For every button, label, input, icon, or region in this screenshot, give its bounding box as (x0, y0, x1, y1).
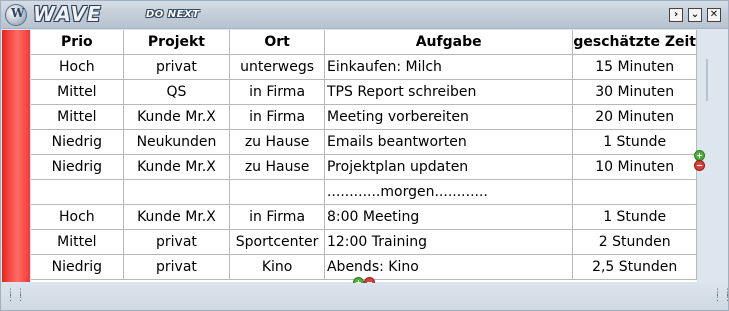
cell-aufgabe[interactable]: Projektplan updaten (323, 154, 574, 180)
cell-aufgabe[interactable]: ............morgen............ (323, 179, 574, 205)
wave-gadget-window: W WAVE DO NEXT › ⌄ ✕ Prio Projekt Ort Au… (0, 0, 729, 311)
table-row: Niedrig Kunde Mr.X zu Hause Projektplan … (31, 154, 697, 180)
cell-projekt[interactable]: privat (122, 254, 231, 280)
column-header-projekt[interactable]: Projekt (122, 30, 231, 55)
cell-prio[interactable] (31, 179, 124, 205)
table-row: Hoch Kunde Mr.X in Firma 8:00 Meeting 1 … (31, 204, 697, 230)
task-table: Prio Projekt Ort Aufgabe geschätzte Zeit… (31, 30, 697, 280)
title-bar[interactable]: W WAVE DO NEXT › ⌄ ✕ (1, 1, 728, 29)
cell-zeit[interactable]: 20 Minuten (572, 104, 697, 130)
cell-prio[interactable]: Hoch (31, 204, 124, 230)
close-button[interactable]: ✕ (707, 8, 721, 22)
cell-ort[interactable] (229, 179, 325, 205)
cell-projekt[interactable]: privat (122, 54, 231, 80)
cell-zeit[interactable] (572, 179, 697, 205)
cell-ort[interactable]: zu Hause (229, 129, 325, 155)
menu-button[interactable]: › (669, 8, 683, 22)
cell-projekt[interactable]: Kunde Mr.X (122, 204, 231, 230)
cell-prio[interactable]: Niedrig (31, 154, 124, 180)
column-header-zeit[interactable]: geschätzte Zeit (572, 30, 697, 55)
wave-logo-icon: W (5, 4, 27, 26)
cell-projekt[interactable]: Kunde Mr.X (122, 154, 231, 180)
table-row: Hoch privat unterwegs Einkaufen: Milch 1… (31, 54, 697, 80)
column-header-aufgabe[interactable]: Aufgabe (323, 30, 574, 55)
table-row: Mittel privat Sportcenter 12:00 Training… (31, 229, 697, 255)
gadget-subtitle: DO NEXT (146, 9, 200, 20)
cell-prio[interactable]: Niedrig (31, 254, 124, 280)
cell-zeit[interactable]: 2,5 Stunden (572, 254, 697, 280)
resize-grip-right-icon[interactable]: ⋮⋮ ⋮⋮ (713, 289, 729, 303)
cell-zeit[interactable]: 2 Stunden (572, 229, 697, 255)
cell-ort[interactable]: in Firma (229, 104, 325, 130)
cell-aufgabe[interactable]: Emails beantworten (323, 129, 574, 155)
remove-column-minus-icon[interactable]: − (694, 160, 705, 171)
cell-prio[interactable]: Mittel (31, 79, 124, 105)
cell-zeit[interactable]: 1 Stunde (572, 129, 697, 155)
cell-prio[interactable]: Niedrig (31, 129, 124, 155)
cell-prio[interactable]: Hoch (31, 54, 124, 80)
resize-grip-left-icon[interactable]: ⋮⋮ ⋮⋮ (6, 289, 26, 303)
cell-projekt[interactable]: Neukunden (122, 129, 231, 155)
cell-prio[interactable]: Mittel (31, 229, 124, 255)
cell-prio[interactable]: Mittel (31, 104, 124, 130)
cell-ort[interactable]: unterwegs (229, 54, 325, 80)
table-row: Mittel QS in Firma TPS Report schreiben … (31, 79, 697, 105)
cell-zeit[interactable]: 10 Minuten (572, 154, 697, 180)
bottom-bar (1, 283, 728, 310)
cell-ort[interactable]: zu Hause (229, 154, 325, 180)
table-row: Mittel Kunde Mr.X in Firma Meeting vorbe… (31, 104, 697, 130)
cell-zeit[interactable]: 1 Stunde (572, 204, 697, 230)
column-header-prio[interactable]: Prio (31, 30, 124, 55)
cell-aufgabe[interactable]: 8:00 Meeting (323, 204, 574, 230)
cell-aufgabe[interactable]: TPS Report schreiben (323, 79, 574, 105)
cell-ort[interactable]: Kino (229, 254, 325, 280)
table-row-separator: ............morgen............ (31, 179, 697, 205)
scroll-indicator[interactable] (706, 59, 708, 101)
task-table-area: Prio Projekt Ort Aufgabe geschätzte Zeit… (31, 30, 697, 282)
cell-projekt[interactable]: Kunde Mr.X (122, 104, 231, 130)
cell-projekt[interactable] (122, 179, 231, 205)
cell-ort[interactable]: Sportcenter (229, 229, 325, 255)
row-header-bar (2, 30, 30, 282)
cell-zeit[interactable]: 15 Minuten (572, 54, 697, 80)
dropdown-button[interactable]: ⌄ (688, 8, 702, 22)
cell-ort[interactable]: in Firma (229, 79, 325, 105)
header-row: Prio Projekt Ort Aufgabe geschätzte Zeit (31, 30, 697, 55)
table-row: Niedrig privat Kino Abends: Kino 2,5 Stu… (31, 254, 697, 280)
column-header-ort[interactable]: Ort (229, 30, 325, 55)
cell-aufgabe[interactable]: Abends: Kino (323, 254, 574, 280)
brand-title: WAVE (33, 2, 102, 26)
cell-projekt[interactable]: QS (122, 79, 231, 105)
cell-ort[interactable]: in Firma (229, 204, 325, 230)
cell-zeit[interactable]: 30 Minuten (572, 79, 697, 105)
cell-aufgabe[interactable]: Einkaufen: Milch (323, 54, 574, 80)
cell-aufgabe[interactable]: Meeting vorbereiten (323, 104, 574, 130)
cell-projekt[interactable]: privat (122, 229, 231, 255)
cell-aufgabe[interactable]: 12:00 Training (323, 229, 574, 255)
table-row: Niedrig Neukunden zu Hause Emails beantw… (31, 129, 697, 155)
